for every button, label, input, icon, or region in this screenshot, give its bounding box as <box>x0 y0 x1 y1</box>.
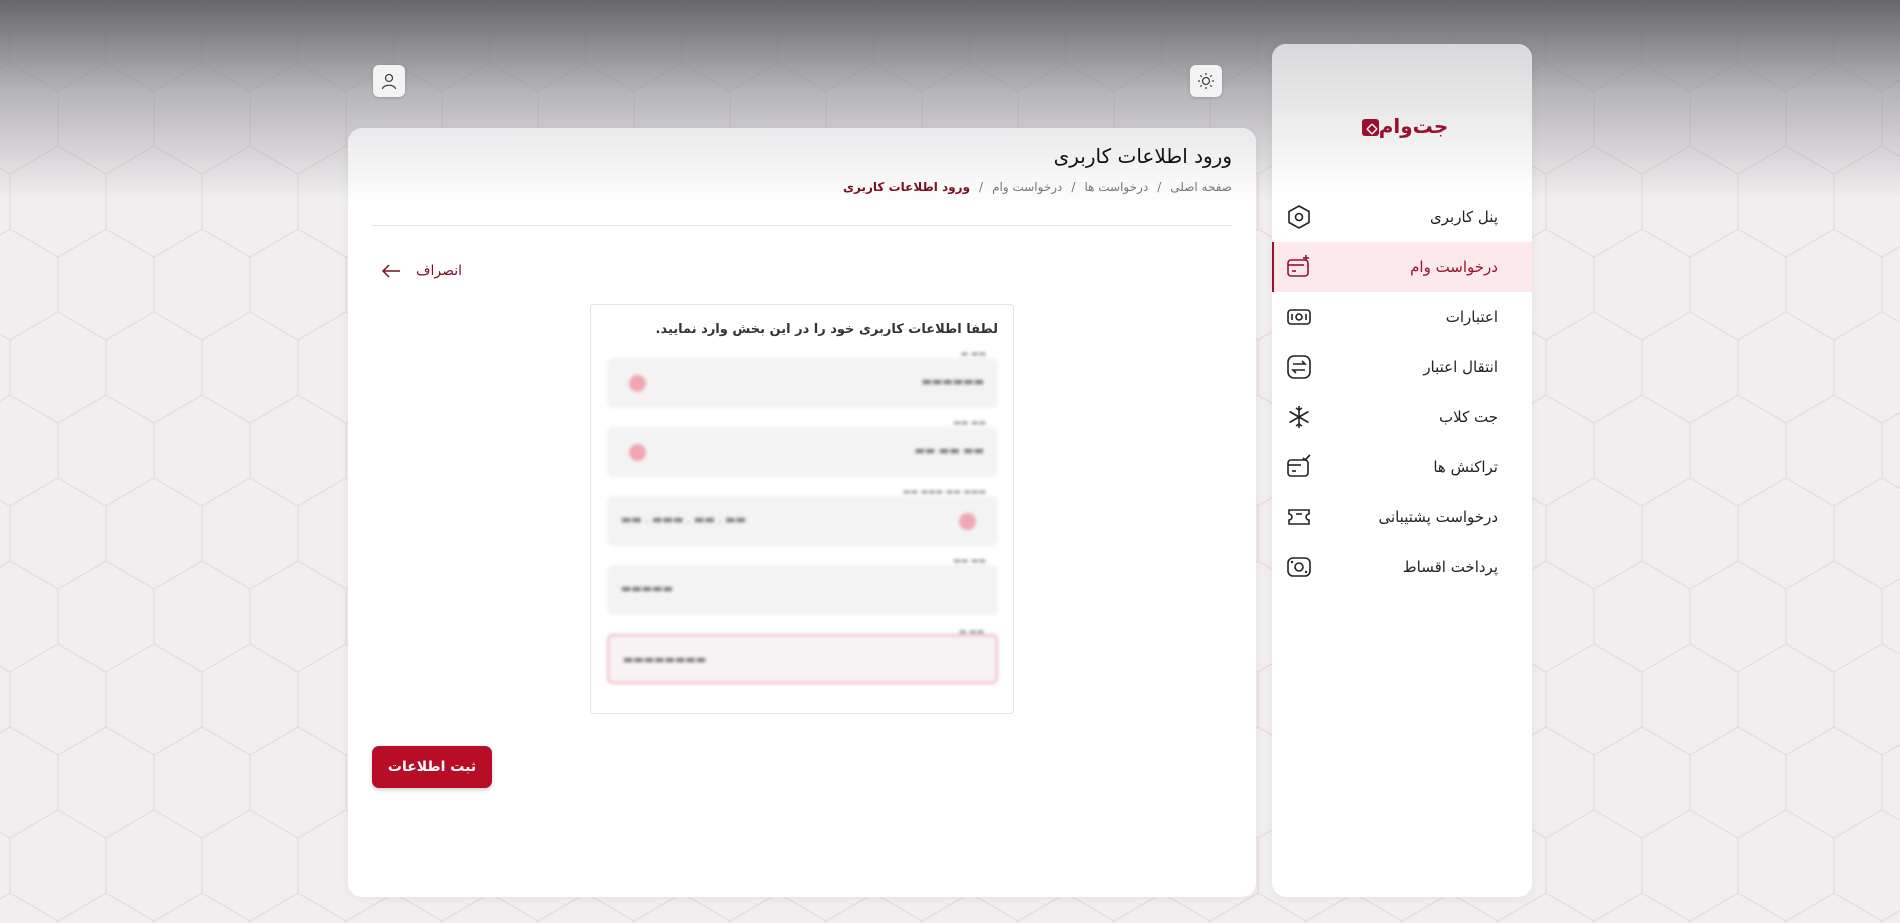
sidebar-item-label: تراکنش ها <box>1433 458 1498 476</box>
card-add-icon <box>1287 255 1309 277</box>
sidebar-item-jet-club[interactable]: جت کلاب <box>1272 392 1532 442</box>
sidebar-item-label: پرداخت اقساط <box>1402 558 1498 576</box>
sidebar-item-installments[interactable]: پرداخت اقساط <box>1272 542 1532 592</box>
page-title: ورود اطلاعات کاربری <box>1053 144 1232 168</box>
breadcrumb-requests[interactable]: درخواست ها <box>1084 180 1148 194</box>
main-content: ورود اطلاعات کاربری صفحه اصلی / درخواست … <box>348 128 1256 897</box>
field-value: ▬▬ . ▬▬▬ . ▬▬ . ▬▬ <box>621 513 747 526</box>
field-label: ▬▬ ▬▬ <box>953 556 986 565</box>
sidebar-item-label: پنل کاربری <box>1430 208 1498 226</box>
snowflake-icon <box>1289 406 1309 428</box>
breadcrumb-separator: / <box>1157 180 1162 194</box>
cancel-button[interactable]: انصراف <box>380 263 462 279</box>
sidebar-item-loan-request[interactable]: درخواست وام <box>1272 242 1532 292</box>
arrow-left-icon <box>381 264 400 278</box>
field-clear-icon[interactable] <box>959 513 976 530</box>
sun-icon <box>1198 73 1214 89</box>
money-icon <box>1287 557 1311 577</box>
sidebar-nav: پنل کاربری درخواست وام اعتبارات انتقال ا… <box>1272 192 1532 592</box>
breadcrumb: صفحه اصلی / درخواست ها / درخواست وام / و… <box>843 180 1232 194</box>
transfer-icon <box>1287 355 1311 379</box>
submit-button[interactable]: ثبت اطلاعات <box>372 746 492 788</box>
field-label: ▬▬ ▬ <box>960 349 986 358</box>
sidebar-item-credit-transfer[interactable]: انتقال اعتبار <box>1272 342 1532 392</box>
sidebar-item-label: انتقال اعتبار <box>1423 358 1498 376</box>
field-clear-icon[interactable] <box>629 375 646 392</box>
form-field-2[interactable]: ▬▬ ▬▬ ▬▬ ▬▬ ▬▬ <box>607 418 998 477</box>
field-clear-icon[interactable] <box>629 444 646 461</box>
sidebar-item-credits[interactable]: اعتبارات <box>1272 292 1532 342</box>
main-header-fade <box>348 128 1256 208</box>
sidebar-item-label: درخواست پشتیبانی <box>1378 508 1498 526</box>
sidebar-item-support[interactable]: درخواست پشتیبانی <box>1272 492 1532 542</box>
field-value: ▬▬ ▬▬ ▬▬ <box>914 444 984 457</box>
cancel-label: انصراف <box>416 263 463 279</box>
hexagon-icon <box>1288 205 1310 229</box>
form-field-3[interactable]: ▬▬▬ ▬▬ ▬▬▬ ▬▬ ▬▬ . ▬▬▬ . ▬▬ . ▬▬ <box>607 487 998 546</box>
form-field-4[interactable]: ▬▬ ▬▬ ▬▬▬▬▬ <box>607 556 998 615</box>
field-value: ▬▬▬▬▬ <box>621 582 673 595</box>
field-label: ▬▬ ▬▬ <box>953 418 986 427</box>
breadcrumb-separator: / <box>979 180 984 194</box>
sidebar-item-label: اعتبارات <box>1445 308 1498 326</box>
ticket-icon <box>1288 509 1310 525</box>
logo-text: جت‌وام <box>1378 114 1449 138</box>
brand-logo[interactable]: جت‌وام <box>1272 114 1532 138</box>
sidebar-item-label: جت کلاب <box>1439 408 1498 426</box>
form-hint: لطفا اطلاعات کاربری خود را در این بخش وا… <box>655 322 998 337</box>
sidebar-item-transactions[interactable]: تراکنش ها <box>1272 442 1532 492</box>
sidebar: جت‌وام پنل کاربری درخواست وام اعتبارات ا… <box>1272 44 1532 897</box>
form-field-1[interactable]: ▬▬ ▬ ▬▬▬▬▬▬ <box>607 349 998 408</box>
cash-icon <box>1287 309 1311 325</box>
field-value: ▬▬▬▬▬▬ <box>921 375 984 388</box>
sidebar-item-label: درخواست وام <box>1410 258 1498 276</box>
theme-toggle-button[interactable] <box>1190 65 1222 97</box>
logo-mark-icon <box>1361 119 1379 136</box>
user-info-form: لطفا اطلاعات کاربری خود را در این بخش وا… <box>590 304 1014 714</box>
field-label: ▬▬ ▬ <box>958 627 984 636</box>
breadcrumb-current: ورود اطلاعات کاربری <box>843 180 971 194</box>
field-value: ▬▬▬▬▬▬▬▬ <box>623 653 707 666</box>
header-divider <box>372 225 1232 226</box>
field-label: ▬▬▬ ▬▬ ▬▬▬ ▬▬ <box>902 487 986 496</box>
card-check-icon <box>1287 454 1311 477</box>
form-field-5[interactable]: ▬▬ ▬ ▬▬▬▬▬▬▬▬ <box>607 627 998 684</box>
sidebar-item-user-panel[interactable]: پنل کاربری <box>1272 192 1532 242</box>
breadcrumb-separator: / <box>1071 180 1076 194</box>
user-icon <box>381 73 397 90</box>
user-profile-button[interactable] <box>373 65 405 97</box>
breadcrumb-home[interactable]: صفحه اصلی <box>1170 180 1232 194</box>
breadcrumb-loan-request[interactable]: درخواست وام <box>992 180 1062 194</box>
